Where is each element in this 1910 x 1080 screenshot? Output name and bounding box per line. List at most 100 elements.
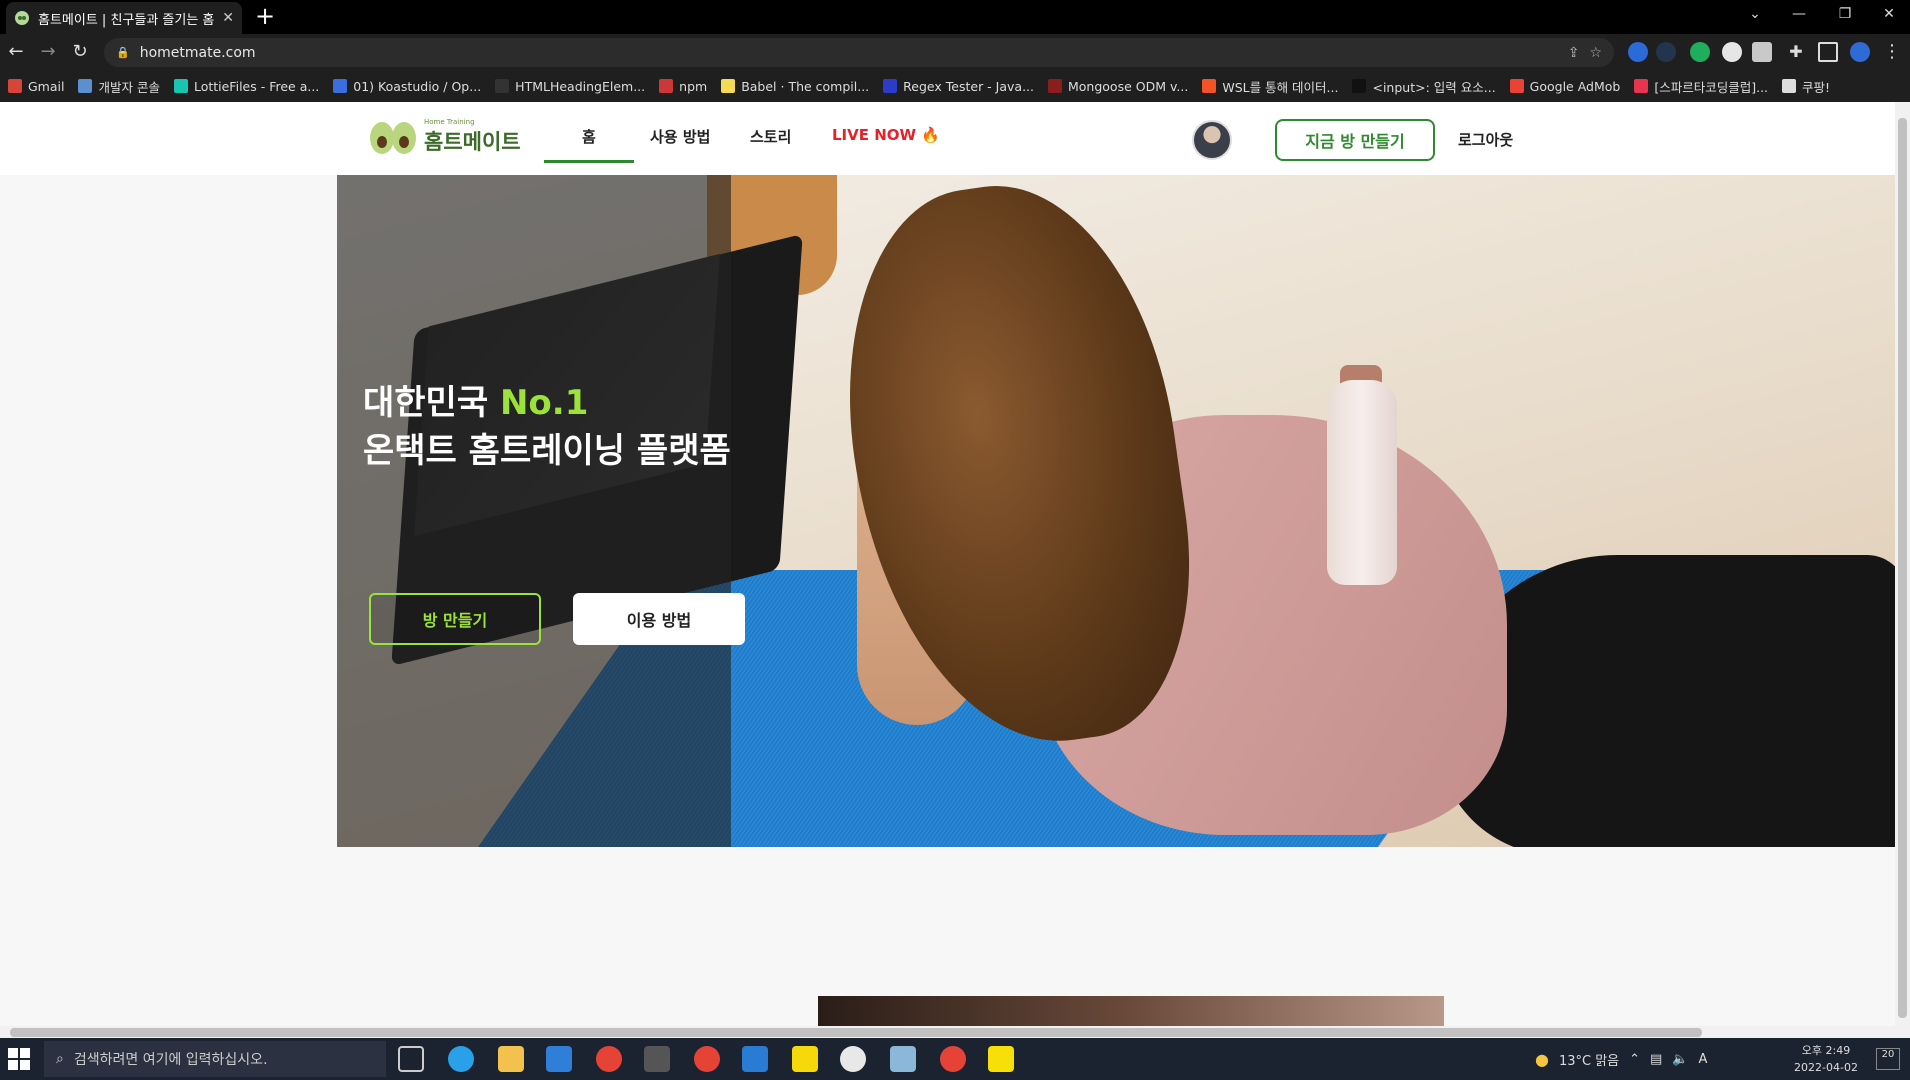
nav-home[interactable]: 홈 bbox=[582, 126, 596, 147]
profile-avatar[interactable] bbox=[1850, 42, 1870, 62]
tab-close-icon[interactable]: ✕ bbox=[222, 10, 234, 26]
bookmark-item[interactable]: Babel · The compil... bbox=[721, 79, 869, 94]
extension-dark-icon[interactable] bbox=[1656, 42, 1676, 62]
nav-active-underline bbox=[544, 160, 634, 163]
task-view-icon[interactable] bbox=[398, 1046, 424, 1072]
address-bar[interactable]: 🔒 hometmate.com ⇪ ☆ bbox=[104, 38, 1614, 67]
bookmark-item[interactable]: Regex Tester - Java... bbox=[883, 79, 1034, 94]
how-to-use-button[interactable]: 이용 방법 bbox=[573, 593, 745, 645]
logout-link[interactable]: 로그아웃 bbox=[1458, 129, 1513, 150]
chrome-profile-icon[interactable] bbox=[694, 1046, 720, 1072]
extensions-puzzle-icon[interactable]: ✚ bbox=[1786, 42, 1806, 62]
avocado-logo-icon bbox=[370, 122, 416, 154]
bookmark-favicon-icon bbox=[1782, 79, 1797, 93]
extension-circle-icon[interactable] bbox=[1722, 42, 1742, 62]
bookmark-item[interactable]: 01) Koastudio / Op... bbox=[333, 79, 481, 94]
bookmark-label: Mongoose ODM v... bbox=[1068, 78, 1189, 94]
bookmark-favicon-icon bbox=[1634, 79, 1649, 93]
bookmark-label: WSL를 통해 데이터... bbox=[1222, 79, 1339, 95]
site-favicon-icon bbox=[15, 11, 29, 25]
bookmark-item[interactable]: 개발자 콘솔 bbox=[78, 77, 160, 96]
bookmark-favicon-icon bbox=[8, 79, 22, 93]
notepad-icon[interactable] bbox=[890, 1046, 916, 1072]
bookmark-label: 쿠팡! bbox=[1802, 79, 1831, 95]
edge-icon[interactable] bbox=[448, 1046, 474, 1072]
reload-icon[interactable]: ↻ bbox=[68, 40, 92, 64]
bookmark-label: 01) Koastudio / Op... bbox=[353, 78, 482, 94]
section-image-preview bbox=[818, 996, 1444, 1026]
chrome-icon[interactable] bbox=[596, 1046, 622, 1072]
nav-story[interactable]: 스토리 bbox=[750, 126, 791, 147]
tab-search-icon[interactable]: ⌄ bbox=[1732, 0, 1778, 30]
terminal-icon[interactable] bbox=[644, 1046, 670, 1072]
horizontal-scroll-thumb[interactable] bbox=[10, 1028, 1702, 1037]
notification-count: 20 bbox=[1881, 1049, 1895, 1060]
taskbar-clock[interactable]: 오후 2:49 2022-04-02 bbox=[1786, 1042, 1866, 1076]
browser-toolbar: ← → ↻ 🔒 hometmate.com ⇪ ☆ ✚ ⋮ bbox=[0, 34, 1910, 70]
lock-icon: 🔒 bbox=[116, 46, 130, 59]
nav-live-now[interactable]: LIVE NOW 🔥 bbox=[832, 126, 940, 144]
user-avatar[interactable] bbox=[1192, 120, 1232, 160]
taskbar-search[interactable]: ⌕ 검색하려면 여기에 입력하십시오. bbox=[44, 1041, 386, 1077]
tab-strip: 홈트메이트 | 친구들과 즐기는 홈 ✕ + ⌄ — ❐ ✕ bbox=[0, 0, 1910, 34]
browser-menu-icon[interactable]: ⋮ bbox=[1880, 40, 1904, 64]
sticky-notes-icon[interactable] bbox=[792, 1046, 818, 1072]
create-room-button[interactable]: 방 만들기 bbox=[369, 593, 541, 645]
kakaotalk-icon[interactable] bbox=[988, 1046, 1014, 1072]
hero-headline-accent: No.1 bbox=[499, 383, 589, 423]
water-bottle-image bbox=[1327, 380, 1397, 585]
slack-icon[interactable] bbox=[840, 1046, 866, 1072]
hero-headline-line2: 온택트 홈트레이닝 플랫폼 bbox=[363, 431, 731, 471]
bookmark-star-icon[interactable]: ☆ bbox=[1589, 45, 1602, 61]
bookmark-favicon-icon bbox=[721, 79, 736, 93]
browser-tab-active[interactable]: 홈트메이트 | 친구들과 즐기는 홈 ✕ bbox=[6, 2, 242, 34]
notification-center-icon[interactable]: 20 bbox=[1876, 1048, 1900, 1070]
hero-banner: 대한민국 No.1 온택트 홈트레이닝 플랫폼 방 만들기 이용 방법 bbox=[337, 175, 1895, 847]
bookmark-item[interactable]: WSL를 통해 데이터... bbox=[1202, 77, 1338, 96]
close-window-icon[interactable]: ✕ bbox=[1866, 0, 1910, 30]
nav-howto[interactable]: 사용 방법 bbox=[650, 126, 710, 147]
bookmark-label: Regex Tester - Java... bbox=[903, 78, 1034, 94]
side-panel-icon[interactable] bbox=[1818, 42, 1838, 62]
site-logo[interactable]: Home Training 홈트메이트 bbox=[368, 118, 521, 156]
windows-start-icon[interactable] bbox=[8, 1048, 30, 1070]
bookmark-item[interactable]: [스파르타코딩클럽]... bbox=[1634, 77, 1768, 96]
volume-icon[interactable]: 🔈 bbox=[1672, 1052, 1688, 1067]
bookmark-item[interactable]: Gmail bbox=[8, 79, 64, 94]
share-icon[interactable]: ⇪ bbox=[1568, 45, 1580, 61]
bookmark-item[interactable]: HTMLHeadingElem... bbox=[495, 79, 645, 94]
bookmark-favicon-icon bbox=[495, 79, 510, 93]
react-devtools-icon[interactable] bbox=[1628, 42, 1648, 62]
file-explorer-icon[interactable] bbox=[498, 1046, 524, 1072]
bookmark-favicon-icon bbox=[173, 79, 188, 93]
bookmark-item[interactable]: npm bbox=[659, 79, 707, 94]
chrome-alt-icon[interactable] bbox=[940, 1046, 966, 1072]
bookmark-item[interactable]: Mongoose ODM v... bbox=[1048, 79, 1188, 94]
create-room-now-button[interactable]: 지금 방 만들기 bbox=[1275, 119, 1435, 161]
bookmark-item[interactable]: 쿠팡! bbox=[1782, 77, 1830, 96]
taskbar-search-placeholder: 검색하려면 여기에 입력하십시오. bbox=[73, 1052, 268, 1068]
input-language[interactable]: A bbox=[1699, 1052, 1708, 1067]
mail-icon[interactable] bbox=[546, 1046, 572, 1072]
system-tray: ● 13°C 맑음 ⌃ ▤ 🔈 A bbox=[1535, 1038, 1707, 1080]
back-icon[interactable]: ← bbox=[4, 40, 28, 64]
extension-box-icon[interactable] bbox=[1752, 42, 1772, 62]
bookmark-favicon-icon bbox=[78, 79, 93, 93]
vertical-scroll-thumb[interactable] bbox=[1898, 118, 1907, 1018]
network-icon[interactable]: ▤ bbox=[1650, 1052, 1662, 1067]
tray-expand-icon[interactable]: ⌃ bbox=[1629, 1052, 1640, 1067]
extension-green-icon[interactable] bbox=[1690, 42, 1710, 62]
restore-icon[interactable]: ❐ bbox=[1822, 0, 1868, 30]
bookmark-item[interactable]: LottieFiles - Free a... bbox=[173, 79, 319, 94]
bookmark-item[interactable]: <input>: 입력 요소... bbox=[1352, 77, 1496, 96]
bookmark-label: npm bbox=[679, 78, 708, 94]
weather-text[interactable]: 13°C 맑음 bbox=[1559, 1050, 1619, 1069]
vscode-icon[interactable] bbox=[742, 1046, 768, 1072]
minimize-icon[interactable]: — bbox=[1776, 0, 1822, 30]
new-tab-button[interactable]: + bbox=[252, 4, 278, 30]
web-page: Home Training 홈트메이트 홈 사용 방법 스토리 LIVE NOW… bbox=[0, 102, 1895, 1026]
bookmark-item[interactable]: Google AdMob bbox=[1509, 79, 1620, 94]
search-icon: ⌕ bbox=[56, 1051, 64, 1067]
bookmark-favicon-icon bbox=[659, 79, 674, 93]
forward-icon[interactable]: → bbox=[36, 40, 60, 64]
